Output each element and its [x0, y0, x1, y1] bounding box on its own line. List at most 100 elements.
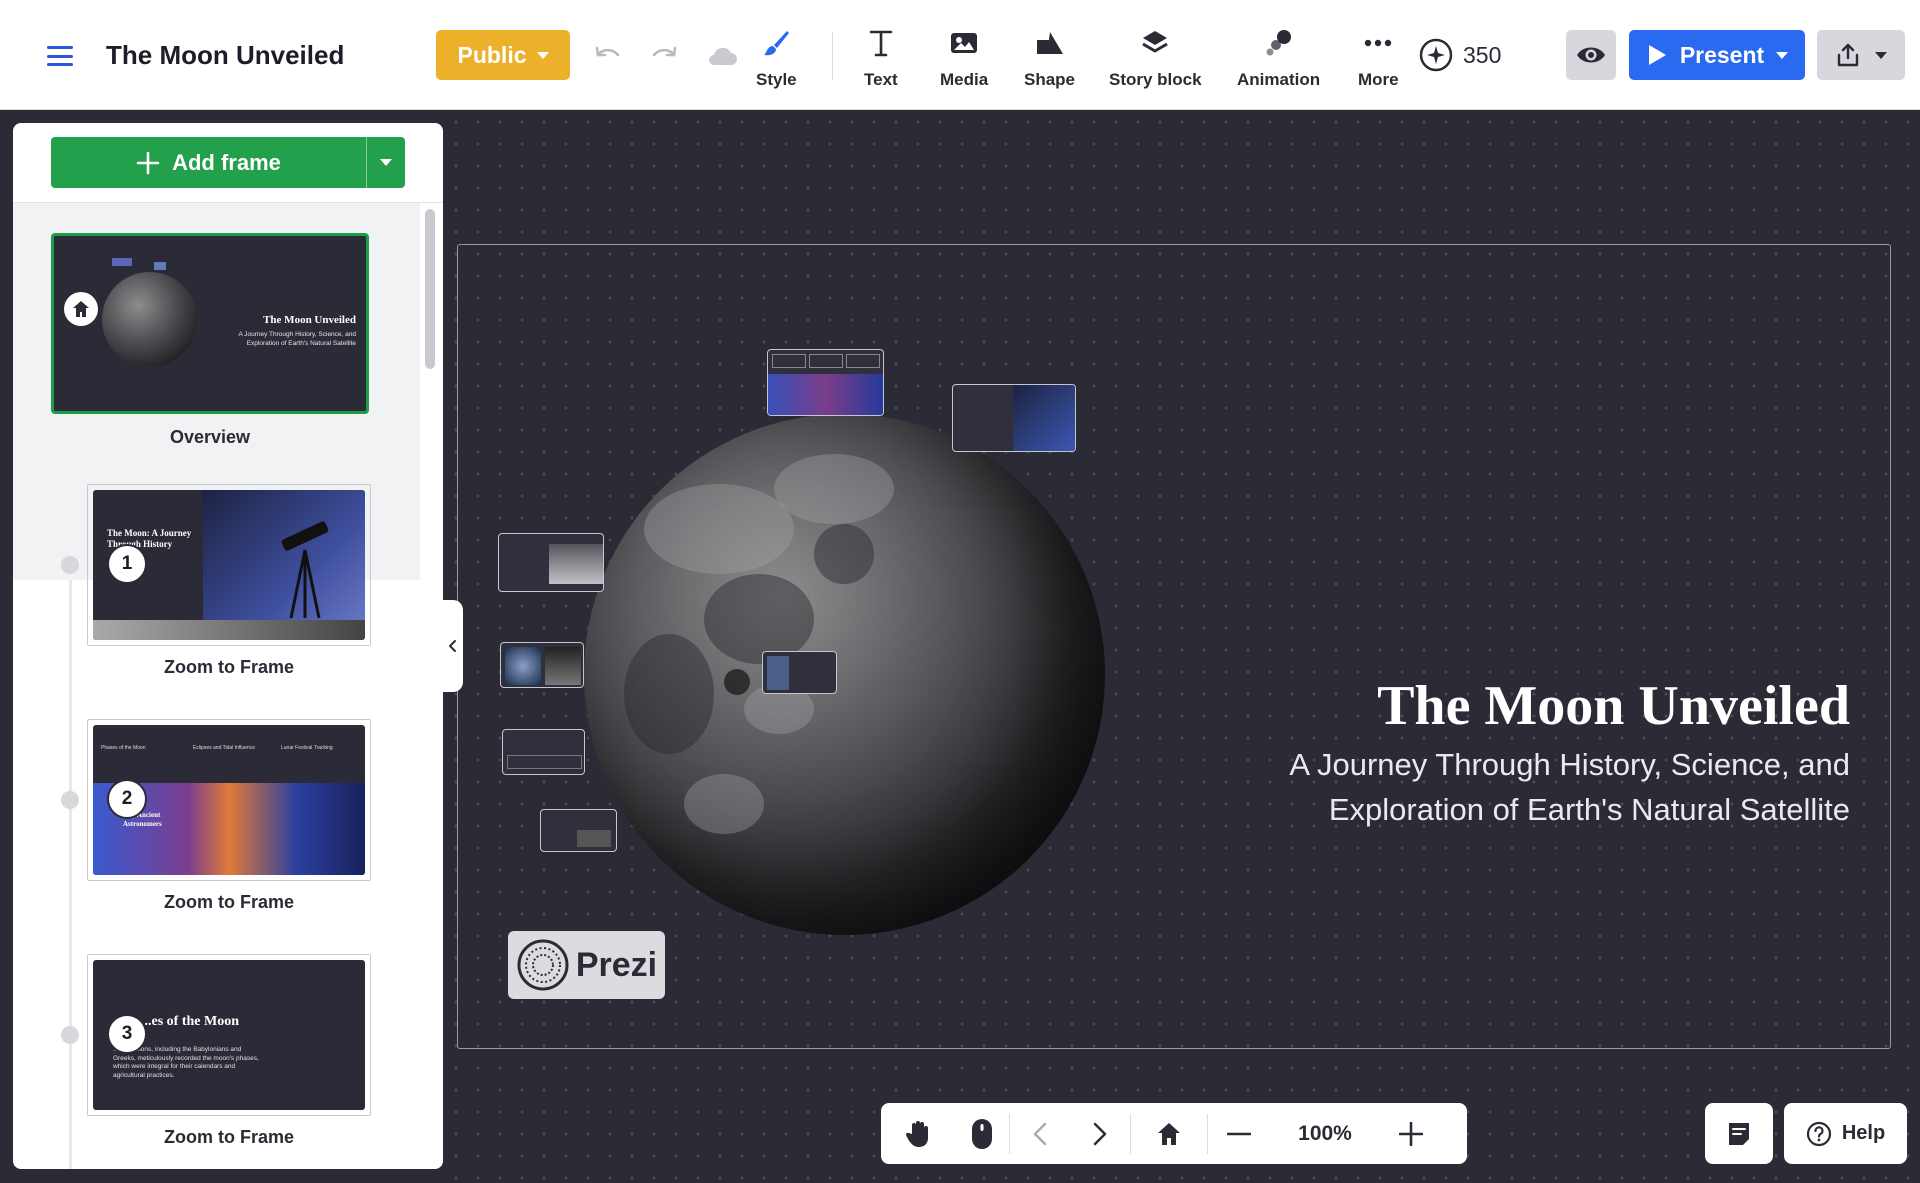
canvas-frame-thumb[interactable]: [767, 349, 884, 416]
brush-icon: [761, 26, 791, 60]
frames-sidebar: Add frame The Moon Unveiled A Journey Th…: [13, 123, 443, 1169]
canvas-subtitle[interactable]: A Journey Through History, Science, and …: [1210, 742, 1850, 832]
eye-icon: [1577, 47, 1605, 63]
image-icon: [950, 26, 978, 60]
animation-icon: [1264, 26, 1294, 60]
question-icon: [1806, 1121, 1831, 1146]
present-button[interactable]: Present: [1629, 30, 1805, 80]
plus-icon: [1399, 1121, 1423, 1146]
zoom-in-button[interactable]: [1380, 1103, 1442, 1164]
canvas-frame-thumb[interactable]: [498, 533, 604, 592]
home-icon: [1158, 1122, 1180, 1145]
ai-credits-count: 350: [1463, 41, 1502, 68]
frame-3-thumb-title: ...es of the Moon: [141, 1014, 239, 1029]
canvas-frame-thumb[interactable]: [540, 809, 617, 852]
hand-icon: [905, 1120, 928, 1147]
home-icon: [64, 292, 98, 326]
tool-shape-label: Shape: [1024, 70, 1076, 89]
tool-media[interactable]: Media: [940, 26, 988, 90]
frame-2-col-2: Eclipses and Tidal Influence: [193, 745, 255, 751]
shape-icon: [1035, 26, 1065, 60]
frame-2-col-1: Phases of the Moon: [101, 745, 146, 751]
next-frame-button[interactable]: [1070, 1103, 1130, 1164]
chevron-down-icon: [536, 51, 549, 59]
tool-text[interactable]: Text: [864, 26, 898, 90]
ai-sparkle-icon: [1419, 38, 1453, 72]
visibility-label: Public: [457, 41, 527, 68]
speaker-notes-button[interactable]: [1705, 1103, 1773, 1164]
tool-story-block[interactable]: Story block: [1109, 26, 1202, 90]
cloud-sync-icon: [704, 38, 740, 74]
frame-tree-line: [69, 580, 72, 1169]
chevron-down-icon: [1776, 51, 1789, 59]
navigation-bar: 100%: [881, 1103, 1467, 1164]
chevron-right-icon: [1093, 1122, 1107, 1145]
canvas-title[interactable]: The Moon Unveiled: [1377, 674, 1850, 738]
frame-3-label[interactable]: Zoom to Frame: [93, 1127, 365, 1148]
tool-animation[interactable]: Animation: [1237, 26, 1320, 90]
share-icon: [1837, 43, 1859, 67]
home-view-button[interactable]: [1131, 1103, 1207, 1164]
canvas-frame-thumb[interactable]: [502, 729, 585, 775]
help-button[interactable]: Help: [1784, 1103, 1907, 1164]
tool-style[interactable]: Style: [756, 26, 797, 90]
layers-icon: [1141, 26, 1169, 60]
prezi-wordmark: Prezi: [575, 945, 658, 984]
more-dots-icon: [1364, 26, 1392, 60]
redo-icon[interactable]: [646, 38, 682, 74]
menu-icon[interactable]: [47, 46, 73, 66]
ai-credits[interactable]: 350: [1419, 38, 1501, 72]
overview-thumbnail[interactable]: The Moon Unveiled A Journey Through Hist…: [51, 233, 369, 414]
add-frame-dropdown[interactable]: [367, 137, 405, 188]
moon-image[interactable]: [584, 414, 1105, 935]
add-frame-main[interactable]: Add frame: [51, 137, 367, 188]
canvas-frame-thumb[interactable]: [952, 384, 1076, 452]
chevron-down-icon: [380, 159, 392, 166]
frame-dot: [61, 556, 79, 574]
tool-animation-label: Animation: [1237, 70, 1321, 89]
tool-more-label: More: [1358, 70, 1399, 89]
top-toolbar: The Moon Unveiled Public Style Text Medi…: [0, 0, 1920, 110]
sidebar-scrollbar[interactable]: [425, 209, 435, 369]
tool-shape[interactable]: Shape: [1024, 26, 1075, 90]
tool-text-label: Text: [864, 70, 898, 89]
undo-icon[interactable]: [590, 38, 626, 74]
hand-tool-button[interactable]: [881, 1103, 955, 1164]
mouse-mode-button[interactable]: [955, 1103, 1009, 1164]
prezi-logo: Prezi: [508, 931, 665, 999]
collapse-sidebar-button[interactable]: [443, 600, 463, 692]
canvas-frame-thumb[interactable]: [762, 651, 837, 694]
frame-number-badge: 3: [107, 1014, 147, 1054]
frame-number-badge: 2: [107, 779, 147, 819]
canvas-frame-thumb[interactable]: [500, 642, 584, 688]
chevron-left-icon: [1033, 1122, 1047, 1145]
overview-thumb-title: The Moon Unveiled: [263, 314, 356, 326]
frame-dot: [61, 1026, 79, 1044]
tool-story-block-label: Story block: [1109, 70, 1202, 89]
present-label: Present: [1679, 41, 1765, 68]
plus-icon: [136, 151, 160, 174]
frame-2-col-3: Lunar Festival Tracking: [281, 745, 333, 751]
frame-2-label[interactable]: Zoom to Frame: [93, 892, 365, 913]
chevron-down-icon: [1875, 51, 1887, 59]
frame-number-badge: 1: [107, 544, 147, 584]
tool-media-label: Media: [940, 70, 989, 89]
tool-style-label: Style: [756, 70, 797, 89]
preview-button[interactable]: [1566, 30, 1616, 80]
zoom-out-button[interactable]: [1208, 1103, 1270, 1164]
zoom-level[interactable]: 100%: [1270, 1122, 1380, 1146]
add-frame-label: Add frame: [172, 149, 281, 175]
frame-1-label[interactable]: Zoom to Frame: [93, 657, 365, 678]
prezi-mark-icon: [517, 939, 569, 991]
previous-frame-button[interactable]: [1010, 1103, 1070, 1164]
visibility-button[interactable]: Public: [436, 30, 570, 80]
help-label: Help: [1841, 1122, 1886, 1144]
add-frame-button[interactable]: Add frame: [51, 137, 405, 188]
overview-thumb-subtitle: A Journey Through History, Science, and …: [238, 331, 356, 347]
share-button[interactable]: [1817, 30, 1905, 80]
document-title[interactable]: The Moon Unveiled: [106, 40, 344, 71]
notes-icon: [1729, 1122, 1749, 1145]
toolbar-divider: [832, 32, 833, 80]
tool-more[interactable]: More: [1358, 26, 1399, 90]
play-icon: [1648, 45, 1666, 65]
